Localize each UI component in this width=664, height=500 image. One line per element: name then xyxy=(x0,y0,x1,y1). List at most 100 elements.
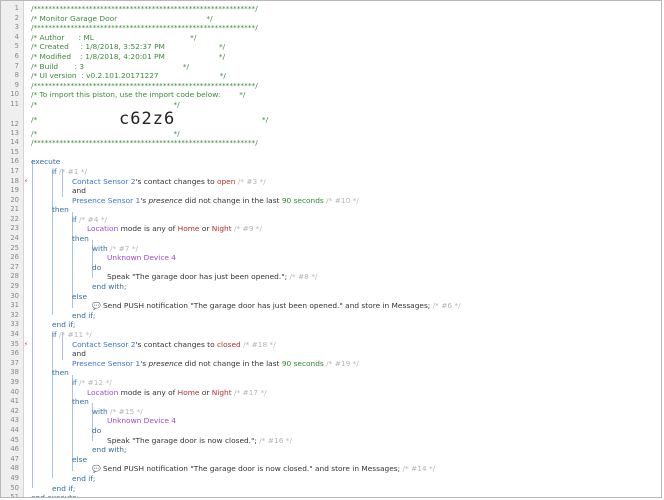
code-line[interactable]: 6 /* Modified : 1/8/2018, 4:20:01 PM */ xyxy=(1,52,661,62)
line-number: 27 xyxy=(10,262,19,271)
device-name[interactable]: Contact Sensor 2 xyxy=(72,177,136,186)
code-line[interactable]: 29 end with; xyxy=(1,282,661,292)
code-line[interactable]: 27 do xyxy=(1,263,661,273)
comparison: did not change in the last xyxy=(184,358,280,368)
with-keyword: with xyxy=(92,406,108,416)
code-line[interactable]: 45 Speak "The garage door is now closed."… xyxy=(1,436,661,446)
speak-text: "The garage door has just been opened."; xyxy=(132,272,288,282)
compare-value: closed xyxy=(216,339,241,349)
line-text: /***************************************… xyxy=(31,4,258,14)
line-number: 22 xyxy=(10,214,19,223)
code-line[interactable]: 38 then xyxy=(1,368,661,378)
code-line[interactable]: 20 Presence Sensor 1's presence did not c… xyxy=(1,196,661,206)
code-line[interactable]: 19 and xyxy=(1,186,661,196)
then-keyword: then xyxy=(72,234,89,244)
code-line[interactable]: 9 /**************************************… xyxy=(1,81,661,91)
code-line[interactable]: 47 else xyxy=(1,455,661,465)
statement-id: /* #15 */ xyxy=(110,406,143,416)
task-id: /* #6 */ xyxy=(432,301,461,311)
line-text: end if; xyxy=(52,484,75,494)
code-line[interactable]: 48 💬 Send PUSH notification "The garage d… xyxy=(1,464,661,474)
code-line[interactable]: 24 then xyxy=(1,234,661,244)
code-line[interactable]: 28 Speak "The garage door has just been o… xyxy=(1,272,661,282)
code-line[interactable]: 34 if /* #11 */ xyxy=(1,330,661,340)
device-name[interactable]: Presence Sensor 1 xyxy=(72,359,140,368)
code-line[interactable]: 5 /* Created : 1/8/2018, 3:52:37 PM */ xyxy=(1,42,661,52)
code-line[interactable]: 14 /*************************************… xyxy=(1,138,661,148)
code-line[interactable]: 39 if /* #12 */ xyxy=(1,378,661,388)
line-number: 10 xyxy=(10,90,19,99)
condition-id: /* #9 */ xyxy=(233,224,262,234)
device-name[interactable]: Unknown Device 4 xyxy=(107,253,176,262)
line-number: 15 xyxy=(10,147,19,156)
code-line[interactable]: 40 Location mode is any of Home or Night … xyxy=(1,388,661,398)
code-line[interactable]: 26 Unknown Device 4 xyxy=(1,253,661,263)
comment-blank: /* */ xyxy=(31,99,180,109)
code-line[interactable]: 21 then xyxy=(1,205,661,215)
code-line[interactable]: 2 /* Monitor Garage Door */ xyxy=(1,14,661,24)
line-text: and xyxy=(72,186,86,196)
code-line[interactable]: 4 /* Author : ML */ xyxy=(1,33,661,43)
or-operator: or xyxy=(201,224,210,234)
code-line[interactable]: 30 else xyxy=(1,292,661,302)
device-name[interactable]: Presence Sensor 1 xyxy=(72,196,140,205)
device-name[interactable]: Contact Sensor 2 xyxy=(72,340,136,349)
comment-border: /***************************************… xyxy=(31,80,258,90)
code-line[interactable]: 32 end if; xyxy=(1,311,661,321)
push-command: Send PUSH notification xyxy=(102,301,188,311)
code-line[interactable]: 43 Unknown Device 4 xyxy=(1,416,661,426)
code-line[interactable]: 16 execute xyxy=(1,157,661,167)
code-line[interactable]: 41 then xyxy=(1,397,661,407)
code-line[interactable]: 17 if /* #1 */ xyxy=(1,167,661,177)
code-line[interactable]: 36 and xyxy=(1,349,661,359)
code-line[interactable]: 25 with /* #7 */ xyxy=(1,244,661,254)
code-line[interactable]: 3 /**************************************… xyxy=(1,23,661,33)
code-line[interactable]: 10 /* To import this piston, use the impo… xyxy=(1,90,661,100)
device-name[interactable]: Unknown Device 4 xyxy=(107,416,176,425)
code-line[interactable]: 7 /* Build : 3 */ xyxy=(1,62,661,72)
comment-ui-version: /* UI version : v0.2.101.20171227 */ xyxy=(31,71,226,81)
code-line[interactable]: 11 /* */ xyxy=(1,100,661,110)
end-if-keyword: end if; xyxy=(52,320,76,330)
line-text: /* */ xyxy=(31,129,180,139)
code-line[interactable]: 15 xyxy=(1,148,661,158)
code-line[interactable]: 51 end execute; xyxy=(1,493,661,497)
code-line[interactable]: 46 end with; xyxy=(1,445,661,455)
task-id: /* #16 */ xyxy=(259,435,292,445)
line-text: /***************************************… xyxy=(31,138,258,148)
duration-value: 90 xyxy=(281,195,292,205)
with-keyword: with xyxy=(92,243,108,253)
code-line[interactable]: 8 /* UI version : v0.2.101.20171227 */ xyxy=(1,71,661,81)
code-line[interactable]: 18 ⚡ Contact Sensor 2's contact changes to… xyxy=(1,177,661,187)
import-code[interactable]: c62z6 xyxy=(119,109,175,129)
code-line[interactable]: 12/* c62z6 */ xyxy=(1,109,661,129)
line-text: /* UI version : v0.2.101.20171227 */ xyxy=(31,71,226,81)
code-line[interactable]: 35 ⚡ Contact Sensor 2's contact changes to… xyxy=(1,340,661,350)
code-line[interactable]: 13 /* */ xyxy=(1,129,661,139)
code-line[interactable]: 1 /**************************************… xyxy=(1,4,661,14)
line-number: 38 xyxy=(10,368,19,377)
code-line[interactable]: 23 Location mode is any of Home or Night … xyxy=(1,224,661,234)
or-operator: or xyxy=(201,387,210,397)
code-line[interactable]: 37 Presence Sensor 1's presence did not c… xyxy=(1,359,661,369)
line-text: and xyxy=(72,349,86,359)
line-number: 11 xyxy=(10,99,19,108)
code-line[interactable]: 42 with /* #15 */ xyxy=(1,407,661,417)
lightning-icon: ⚡ xyxy=(23,340,29,348)
location-name: Location xyxy=(87,224,119,234)
if-keyword: if xyxy=(52,330,57,339)
code-line[interactable]: 31 💬 Send PUSH notification "The garage d… xyxy=(1,301,661,311)
condition-id: /* #19 */ xyxy=(326,358,359,368)
task-id: /* #8 */ xyxy=(289,272,318,282)
comment-title: /* Monitor Garage Door */ xyxy=(31,13,213,23)
comment-import-note: /* To import this piston, use the import… xyxy=(31,90,246,100)
line-number: 2 xyxy=(14,13,19,22)
code-line[interactable]: 44 do xyxy=(1,426,661,436)
code-line[interactable]: 50 end if; xyxy=(1,484,661,494)
line-text: else xyxy=(72,292,87,302)
code-line[interactable]: 22 if /* #4 */ xyxy=(1,215,661,225)
line-text: /* Author : ML */ xyxy=(31,33,196,43)
code-line[interactable]: 33 end if; xyxy=(1,320,661,330)
code-line[interactable]: 49 end if; xyxy=(1,474,661,484)
end-with-keyword: end with; xyxy=(92,445,127,455)
